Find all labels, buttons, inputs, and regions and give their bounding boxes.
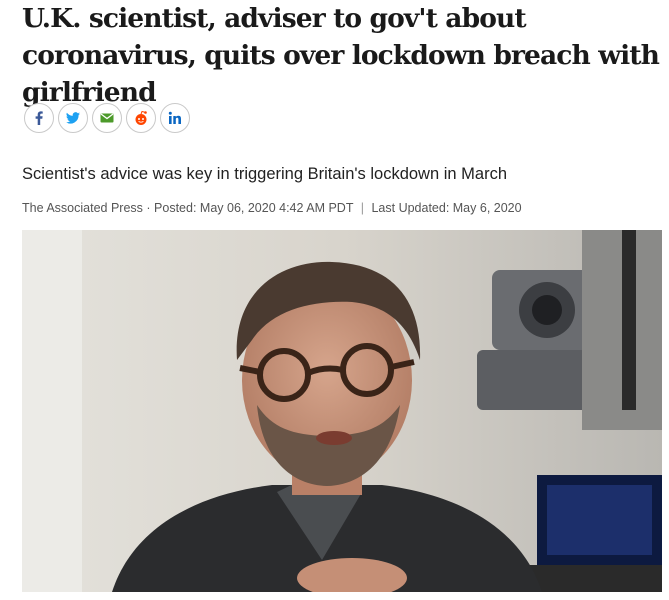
monitor-background-object: [527, 475, 662, 592]
byline-posted: Posted: May 06, 2020 4:42 AM PDT: [154, 201, 354, 215]
article-photo: [22, 230, 662, 592]
email-icon: [100, 113, 114, 123]
share-linkedin-button[interactable]: [160, 103, 190, 133]
article-headline: U.K. scientist, adviser to gov't about c…: [22, 3, 660, 108]
byline-bar-separator: |: [360, 201, 364, 215]
share-reddit-button[interactable]: [126, 103, 156, 133]
byline-dot-separator: ·: [146, 201, 151, 215]
share-facebook-button[interactable]: [24, 103, 54, 133]
share-bar: [24, 103, 190, 133]
article-byline: The Associated Press · Posted: May 06, 2…: [22, 199, 522, 217]
man-with-glasses-photo: [22, 230, 662, 592]
article-deck: Scientist's advice was key in triggering…: [22, 165, 508, 183]
facebook-icon: [35, 111, 43, 125]
share-twitter-button[interactable]: [58, 103, 88, 133]
byline-source: The Associated Press: [22, 201, 143, 215]
byline-updated: Last Updated: May 6, 2020: [371, 201, 522, 215]
twitter-icon: [66, 112, 80, 124]
reddit-icon: [135, 110, 147, 125]
share-email-button[interactable]: [92, 103, 122, 133]
linkedin-icon: [168, 111, 181, 124]
